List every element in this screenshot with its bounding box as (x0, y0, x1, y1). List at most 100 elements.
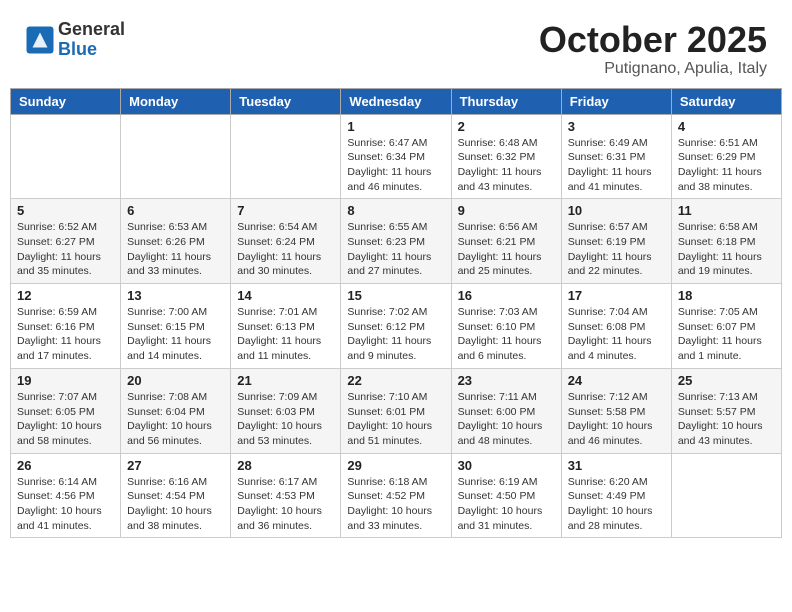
column-header-monday: Monday (121, 88, 231, 114)
logo-general-text: General (58, 20, 125, 40)
day-number: 27 (127, 458, 224, 473)
day-number: 13 (127, 288, 224, 303)
day-info: Sunrise: 7:05 AM Sunset: 6:07 PM Dayligh… (678, 305, 775, 364)
calendar-week-3: 12 Sunrise: 6:59 AM Sunset: 6:16 PM Dayli… (11, 284, 782, 369)
day-number: 30 (458, 458, 555, 473)
day-number: 24 (568, 373, 665, 388)
header: General Blue October 2025 Putignano, Apu… (10, 10, 782, 83)
day-number: 26 (17, 458, 114, 473)
day-info: Sunrise: 6:59 AM Sunset: 6:16 PM Dayligh… (17, 305, 114, 364)
day-info: Sunrise: 6:57 AM Sunset: 6:19 PM Dayligh… (568, 220, 665, 279)
day-number: 20 (127, 373, 224, 388)
day-number: 18 (678, 288, 775, 303)
day-info: Sunrise: 6:16 AM Sunset: 4:54 PM Dayligh… (127, 475, 224, 534)
calendar-cell: 14 Sunrise: 7:01 AM Sunset: 6:13 PM Dayli… (231, 284, 341, 369)
calendar-cell: 25Sunrise: 7:13 AM Sunset: 5:57 PM Dayli… (671, 368, 781, 453)
month-title: October 2025 (539, 20, 767, 60)
day-info: Sunrise: 7:12 AM Sunset: 5:58 PM Dayligh… (568, 390, 665, 449)
column-header-sunday: Sunday (11, 88, 121, 114)
day-info: Sunrise: 6:52 AM Sunset: 6:27 PM Dayligh… (17, 220, 114, 279)
logo-icon (25, 25, 55, 55)
day-number: 10 (568, 203, 665, 218)
day-info: Sunrise: 7:04 AM Sunset: 6:08 PM Dayligh… (568, 305, 665, 364)
day-info: Sunrise: 6:18 AM Sunset: 4:52 PM Dayligh… (347, 475, 444, 534)
calendar-cell: 19 Sunrise: 7:07 AM Sunset: 6:05 PM Dayli… (11, 368, 121, 453)
day-number: 2 (458, 119, 555, 134)
day-number: 5 (17, 203, 114, 218)
day-info: Sunrise: 6:49 AM Sunset: 6:31 PM Dayligh… (568, 136, 665, 195)
day-info: Sunrise: 6:17 AM Sunset: 4:53 PM Dayligh… (237, 475, 334, 534)
calendar-cell: 4 Sunrise: 6:51 AM Sunset: 6:29 PM Daylig… (671, 114, 781, 199)
day-info: Sunrise: 7:02 AM Sunset: 6:12 PM Dayligh… (347, 305, 444, 364)
day-info: Sunrise: 7:09 AM Sunset: 6:03 PM Dayligh… (237, 390, 334, 449)
day-info: Sunrise: 6:14 AM Sunset: 4:56 PM Dayligh… (17, 475, 114, 534)
day-info: Sunrise: 6:47 AM Sunset: 6:34 PM Dayligh… (347, 136, 444, 195)
day-number: 12 (17, 288, 114, 303)
day-number: 29 (347, 458, 444, 473)
day-number: 23 (458, 373, 555, 388)
calendar-cell: 5 Sunrise: 6:52 AM Sunset: 6:27 PM Daylig… (11, 199, 121, 284)
day-info: Sunrise: 7:00 AM Sunset: 6:15 PM Dayligh… (127, 305, 224, 364)
day-info: Sunrise: 6:48 AM Sunset: 6:32 PM Dayligh… (458, 136, 555, 195)
day-info: Sunrise: 7:01 AM Sunset: 6:13 PM Dayligh… (237, 305, 334, 364)
calendar-cell: 9Sunrise: 6:56 AM Sunset: 6:21 PM Daylig… (451, 199, 561, 284)
day-number: 14 (237, 288, 334, 303)
day-info: Sunrise: 7:03 AM Sunset: 6:10 PM Dayligh… (458, 305, 555, 364)
calendar-cell: 28 Sunrise: 6:17 AM Sunset: 4:53 PM Dayli… (231, 453, 341, 538)
calendar-cell: 27 Sunrise: 6:16 AM Sunset: 4:54 PM Dayli… (121, 453, 231, 538)
day-number: 16 (458, 288, 555, 303)
calendar-cell: 3 Sunrise: 6:49 AM Sunset: 6:31 PM Daylig… (561, 114, 671, 199)
day-number: 4 (678, 119, 775, 134)
day-info: Sunrise: 7:08 AM Sunset: 6:04 PM Dayligh… (127, 390, 224, 449)
calendar-cell: 7Sunrise: 6:54 AM Sunset: 6:24 PM Daylig… (231, 199, 341, 284)
calendar-cell: 20 Sunrise: 7:08 AM Sunset: 6:04 PM Dayli… (121, 368, 231, 453)
day-info: Sunrise: 6:20 AM Sunset: 4:49 PM Dayligh… (568, 475, 665, 534)
logo-blue-text: Blue (58, 40, 125, 60)
calendar-table: SundayMondayTuesdayWednesdayThursdayFrid… (10, 88, 782, 539)
calendar-cell: 17Sunrise: 7:04 AM Sunset: 6:08 PM Dayli… (561, 284, 671, 369)
day-info: Sunrise: 6:19 AM Sunset: 4:50 PM Dayligh… (458, 475, 555, 534)
calendar-week-5: 26 Sunrise: 6:14 AM Sunset: 4:56 PM Dayli… (11, 453, 782, 538)
day-number: 22 (347, 373, 444, 388)
day-number: 11 (678, 203, 775, 218)
day-number: 28 (237, 458, 334, 473)
calendar-cell: 2 Sunrise: 6:48 AM Sunset: 6:32 PM Daylig… (451, 114, 561, 199)
day-info: Sunrise: 6:56 AM Sunset: 6:21 PM Dayligh… (458, 220, 555, 279)
calendar-cell: 21 Sunrise: 7:09 AM Sunset: 6:03 PM Dayli… (231, 368, 341, 453)
day-info: Sunrise: 6:54 AM Sunset: 6:24 PM Dayligh… (237, 220, 334, 279)
calendar-cell (11, 114, 121, 199)
day-info: Sunrise: 6:53 AM Sunset: 6:26 PM Dayligh… (127, 220, 224, 279)
day-number: 3 (568, 119, 665, 134)
calendar-cell: 24 Sunrise: 7:12 AM Sunset: 5:58 PM Dayli… (561, 368, 671, 453)
title-section: October 2025 Putignano, Apulia, Italy (539, 20, 767, 78)
day-info: Sunrise: 7:11 AM Sunset: 6:00 PM Dayligh… (458, 390, 555, 449)
calendar-cell: 29 Sunrise: 6:18 AM Sunset: 4:52 PM Dayli… (341, 453, 451, 538)
day-info: Sunrise: 7:10 AM Sunset: 6:01 PM Dayligh… (347, 390, 444, 449)
day-number: 31 (568, 458, 665, 473)
calendar-cell: 12 Sunrise: 6:59 AM Sunset: 6:16 PM Dayli… (11, 284, 121, 369)
calendar-cell: 13 Sunrise: 7:00 AM Sunset: 6:15 PM Dayli… (121, 284, 231, 369)
calendar-cell: 31 Sunrise: 6:20 AM Sunset: 4:49 PM Dayli… (561, 453, 671, 538)
location: Putignano, Apulia, Italy (539, 60, 767, 78)
calendar-cell (671, 453, 781, 538)
calendar-week-2: 5 Sunrise: 6:52 AM Sunset: 6:27 PM Daylig… (11, 199, 782, 284)
column-header-tuesday: Tuesday (231, 88, 341, 114)
calendar-week-4: 19 Sunrise: 7:07 AM Sunset: 6:05 PM Dayli… (11, 368, 782, 453)
day-number: 15 (347, 288, 444, 303)
day-info: Sunrise: 7:07 AM Sunset: 6:05 PM Dayligh… (17, 390, 114, 449)
day-info: Sunrise: 6:51 AM Sunset: 6:29 PM Dayligh… (678, 136, 775, 195)
day-number: 19 (17, 373, 114, 388)
calendar-cell: 6Sunrise: 6:53 AM Sunset: 6:26 PM Daylig… (121, 199, 231, 284)
calendar-cell: 1Sunrise: 6:47 AM Sunset: 6:34 PM Daylig… (341, 114, 451, 199)
day-number: 21 (237, 373, 334, 388)
day-info: Sunrise: 6:55 AM Sunset: 6:23 PM Dayligh… (347, 220, 444, 279)
calendar-cell: 16 Sunrise: 7:03 AM Sunset: 6:10 PM Dayli… (451, 284, 561, 369)
day-number: 8 (347, 203, 444, 218)
column-header-saturday: Saturday (671, 88, 781, 114)
calendar-cell: 22 Sunrise: 7:10 AM Sunset: 6:01 PM Dayli… (341, 368, 451, 453)
calendar-cell: 15 Sunrise: 7:02 AM Sunset: 6:12 PM Dayli… (341, 284, 451, 369)
calendar-cell: 26 Sunrise: 6:14 AM Sunset: 4:56 PM Dayli… (11, 453, 121, 538)
calendar-header-row: SundayMondayTuesdayWednesdayThursdayFrid… (11, 88, 782, 114)
calendar-cell (121, 114, 231, 199)
calendar-week-1: 1Sunrise: 6:47 AM Sunset: 6:34 PM Daylig… (11, 114, 782, 199)
